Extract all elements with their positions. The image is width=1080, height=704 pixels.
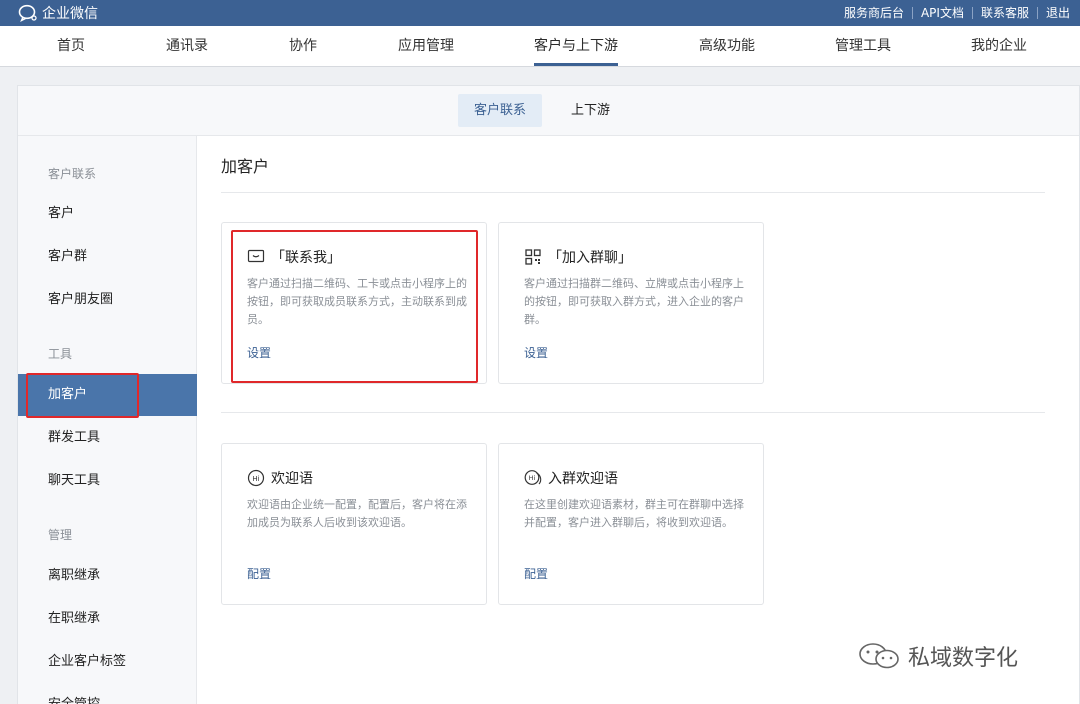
- sidebar-group-customer-contact: 客户联系: [48, 167, 97, 181]
- nav-home[interactable]: 首页: [57, 26, 85, 66]
- sidebar-item-security[interactable]: 安全管控: [18, 684, 197, 704]
- divider: [221, 412, 1045, 413]
- nav-my-enterprise[interactable]: 我的企业: [971, 26, 1027, 66]
- tab-customer-contact[interactable]: 客户联系: [458, 94, 543, 127]
- main-nav: 首页 通讯录 协作 应用管理 客户与上下游 高级功能 管理工具 我的企业: [0, 26, 1080, 67]
- chat-window-icon: [247, 249, 265, 263]
- nav-app-management[interactable]: 应用管理: [398, 26, 454, 66]
- tab-upstream-downstream[interactable]: 上下游: [555, 94, 626, 127]
- sidebar-group-tools: 工具: [48, 347, 73, 361]
- settings-link[interactable]: 设置: [524, 344, 548, 361]
- wecom-logo-icon: [18, 4, 37, 22]
- nav-advanced-features[interactable]: 高级功能: [699, 26, 755, 66]
- nav-collaboration[interactable]: 协作: [289, 26, 317, 66]
- card-group-welcome-message: Hi 入群欢迎语 在这里创建欢迎语素材，群主可在群聊中选择并配置，客户进入群聊后…: [498, 443, 764, 605]
- top-links: 服务商后台 API文档 联系客服 退出: [836, 0, 1070, 26]
- wechat-logo-icon: [859, 643, 899, 669]
- content-panel: 客户联系 上下游 客户联系 客户 客户群 客户朋友圈 工具 加客户 群发工具 聊…: [17, 85, 1080, 704]
- sidebar-item-chat-tools[interactable]: 聊天工具: [18, 460, 197, 502]
- sidebar-item-customer-groups[interactable]: 客户群: [18, 236, 197, 278]
- card-welcome-message: Hi 欢迎语 欢迎语由企业统一配置，配置后，客户将在添加成员为联系人后收到该欢迎…: [221, 443, 487, 605]
- card-title: 「联系我」: [271, 250, 341, 266]
- hi-group-bubble-icon: Hi: [524, 470, 542, 485]
- nav-contacts[interactable]: 通讯录: [166, 26, 208, 66]
- hi-bubble-icon: Hi: [247, 469, 265, 487]
- service-console-link[interactable]: 服务商后台: [836, 7, 913, 19]
- app-logo[interactable]: 企业微信: [18, 3, 98, 23]
- sidebar-item-moments[interactable]: 客户朋友圈: [18, 279, 197, 321]
- nav-management-tools[interactable]: 管理工具: [835, 26, 891, 66]
- api-docs-link[interactable]: API文档: [913, 7, 973, 19]
- svg-text:Hi: Hi: [529, 474, 536, 482]
- card-description: 在这里创建欢迎语素材，群主可在群聊中选择并配置，客户进入群聊后，将收到欢迎语。: [524, 498, 744, 529]
- svg-text:Hi: Hi: [252, 475, 259, 483]
- card-title: 入群欢迎语: [548, 471, 618, 487]
- page-title: 加客户: [221, 157, 270, 176]
- sidebar-item-customers[interactable]: 客户: [18, 193, 197, 235]
- settings-link[interactable]: 设置: [247, 344, 271, 361]
- contact-support-link[interactable]: 联系客服: [973, 7, 1038, 19]
- sidebar-item-mass-send[interactable]: 群发工具: [18, 417, 197, 459]
- card-description: 客户通过扫描二维码、工卡或点击小程序上的按钮，即可获取成员联系方式，主动联系到成…: [247, 277, 467, 326]
- sidebar-item-customer-tags[interactable]: 企业客户标签: [18, 641, 197, 683]
- card-description: 客户通过扫描群二维码、立牌或点击小程序上的按钮，即可获取入群方式，进入企业的客户…: [524, 277, 744, 326]
- sidebar: 客户联系 客户 客户群 客户朋友圈 工具 加客户 群发工具 聊天工具 管理 离职…: [18, 136, 197, 704]
- divider: [221, 192, 1045, 193]
- card-description: 欢迎语由企业统一配置，配置后，客户将在添加成员为联系人后收到该欢迎语。: [247, 498, 467, 529]
- card-join-group-chat: 「加入群聊」 客户通过扫描群二维码、立牌或点击小程序上的按钮，即可获取入群方式，…: [498, 222, 764, 384]
- logout-link[interactable]: 退出: [1038, 7, 1070, 19]
- app-name: 企业微信: [42, 6, 98, 22]
- sub-nav: 客户联系 上下游: [18, 86, 1079, 136]
- sidebar-item-add-customer[interactable]: 加客户: [18, 374, 197, 416]
- configure-link[interactable]: 配置: [247, 565, 271, 582]
- card-title: 「加入群聊」: [548, 250, 632, 266]
- sidebar-item-onjob-inherit[interactable]: 在职继承: [18, 598, 197, 640]
- configure-link[interactable]: 配置: [524, 565, 548, 582]
- sidebar-item-resignation-inherit[interactable]: 离职继承: [18, 555, 197, 597]
- card-contact-me: 「联系我」 客户通过扫描二维码、工卡或点击小程序上的按钮，即可获取成员联系方式，…: [221, 222, 487, 384]
- watermark: 私域数字化: [856, 640, 1018, 672]
- qr-code-icon: [525, 249, 541, 265]
- sidebar-group-management: 管理: [48, 528, 73, 542]
- watermark-text: 私域数字化: [908, 646, 1019, 671]
- top-bar: 企业微信 服务商后台 API文档 联系客服 退出: [0, 0, 1080, 26]
- main-content: 加客户 「联系我」 客户通过扫描二维码、工卡或点击小程序上的按钮，即可获取成员联…: [198, 136, 1080, 704]
- card-title: 欢迎语: [271, 471, 313, 487]
- nav-customers-partners[interactable]: 客户与上下游: [534, 26, 618, 66]
